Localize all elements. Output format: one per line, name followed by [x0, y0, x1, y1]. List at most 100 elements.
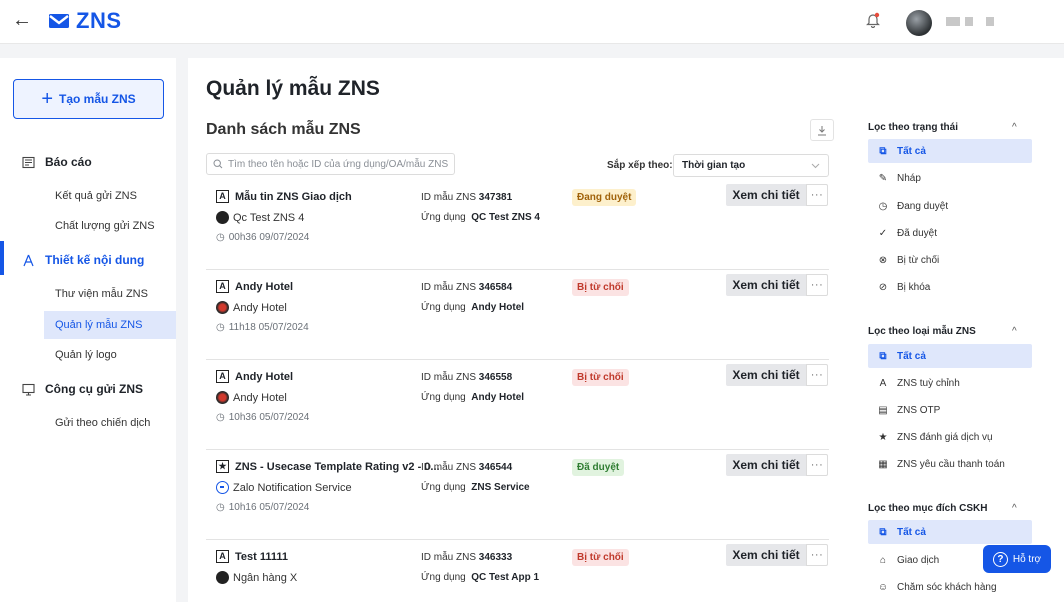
- page-title: Quản lý mẫu ZNS: [206, 77, 380, 100]
- clock-icon: ◷: [216, 322, 225, 333]
- sidebar-item-template-library[interactable]: Thư viện mẫu ZNS: [55, 288, 148, 300]
- check-circle-icon: ✓: [878, 227, 888, 239]
- bell-icon[interactable]: [866, 12, 880, 28]
- sidebar-group-label: Báo cáo: [45, 155, 92, 169]
- bag-icon: ⌂: [879, 554, 887, 566]
- main-panel: Quản lý mẫu ZNS Danh sách mẫu ZNS Tìm th…: [188, 58, 1064, 602]
- view-detail-button[interactable]: Xem chi tiết: [726, 184, 806, 206]
- filter-type-all[interactable]: ⧉ Tất cả: [868, 344, 1032, 368]
- template-name[interactable]: A Test 11111: [216, 550, 288, 563]
- user-name[interactable]: [946, 17, 994, 26]
- sidebar-item-send-quality[interactable]: Chất lượng gửi ZNS: [55, 220, 155, 232]
- status-badge: Bị từ chối: [572, 549, 629, 566]
- custom-template-icon: A: [879, 377, 887, 389]
- more-options-button[interactable]: ···: [806, 364, 828, 386]
- template-id: ID mẫu ZNS 347381: [421, 192, 513, 203]
- sidebar-group-label: Thiết kế nội dung: [45, 253, 145, 267]
- more-options-button[interactable]: ···: [806, 274, 828, 296]
- zns-logo[interactable]: ZNS: [48, 8, 122, 34]
- filter-status-draft[interactable]: ✎ Nháp: [868, 166, 1032, 190]
- created-time: ◷ 00h36 09/07/2024: [216, 232, 310, 243]
- more-options-button[interactable]: ···: [806, 184, 828, 206]
- custom-template-icon: A: [216, 280, 229, 293]
- create-template-label: Tạo mẫu ZNS: [59, 92, 136, 106]
- filter-purpose-customer-care[interactable]: ☺ Chăm sóc khách hàng: [868, 575, 1032, 599]
- sort-label: Sắp xếp theo:: [607, 160, 673, 171]
- filter-type-custom[interactable]: A ZNS tuỳ chỉnh: [868, 371, 1032, 395]
- sender-avatar: [216, 211, 229, 224]
- sidebar: + Tạo mẫu ZNS Báo cáo Kết quả gửi ZNS Ch…: [0, 58, 176, 602]
- template-row[interactable]: A Andy Hotel Andy Hotel ◷ 10h36 05/07/2024…: [206, 360, 829, 450]
- sidebar-item-manage-templates[interactable]: Quản lý mẫu ZNS: [55, 319, 142, 331]
- filter-type-title: Lọc theo loại mẫu ZNS: [868, 326, 976, 337]
- created-time: ◷ 10h16 05/07/2024: [216, 502, 310, 513]
- template-row[interactable]: A Test 11111 Ngân hàng X ID mẫu ZNS 34633…: [206, 540, 829, 602]
- filter-type-payment[interactable]: ▦ ZNS yêu cầu thanh toán: [868, 452, 1032, 476]
- sender-line: Qc Test ZNS 4: [216, 211, 304, 224]
- template-name[interactable]: ★ ZNS - Usecase Template Rating v2 - 0...: [216, 460, 440, 473]
- filter-type-otp[interactable]: ▤ ZNS OTP: [868, 398, 1032, 422]
- view-detail-button[interactable]: Xem chi tiết: [726, 274, 806, 296]
- more-options-button[interactable]: ···: [806, 454, 828, 476]
- sort-select[interactable]: Thời gian tạo: [673, 154, 829, 177]
- list-title: Danh sách mẫu ZNS: [206, 121, 361, 138]
- template-id: ID mẫu ZNS 346584: [421, 282, 513, 293]
- template-name[interactable]: A Andy Hotel: [216, 280, 293, 293]
- template-row[interactable]: ★ ZNS - Usecase Template Rating v2 - 0...…: [206, 450, 829, 540]
- sender-avatar: [216, 481, 229, 494]
- template-id: ID mẫu ZNS 346544: [421, 462, 513, 473]
- filter-type-rating[interactable]: ★ ZNS đánh giá dịch vụ: [868, 425, 1032, 449]
- mail-icon: [49, 14, 69, 28]
- sidebar-group-report[interactable]: Báo cáo: [22, 155, 92, 169]
- help-label: Hỗ trợ: [1012, 553, 1042, 565]
- sidebar-group-design[interactable]: Thiết kế nội dung: [22, 253, 144, 267]
- more-options-button[interactable]: ···: [806, 544, 828, 566]
- filter-status-all[interactable]: ⧉ Tất cả: [868, 139, 1032, 163]
- template-app: Ứng dụng Andy Hotel: [421, 302, 525, 313]
- help-button[interactable]: ? Hỗ trợ: [983, 545, 1051, 573]
- clock-icon: ◷: [216, 232, 225, 243]
- filter-status-locked[interactable]: ⊘ Bị khóa: [868, 275, 1032, 299]
- chevron-down-icon: [811, 163, 820, 168]
- chevron-up-icon[interactable]: ^: [1012, 122, 1017, 133]
- template-name[interactable]: A Andy Hotel: [216, 370, 293, 383]
- user-avatar[interactable]: [906, 10, 932, 36]
- sender-avatar: [216, 391, 229, 404]
- create-template-button[interactable]: + Tạo mẫu ZNS: [13, 79, 164, 119]
- edit-icon: ✎: [878, 172, 888, 184]
- filter-status-pending[interactable]: ◷ Đang duyệt: [868, 194, 1032, 218]
- top-bar: ← ZNS: [0, 0, 1064, 44]
- design-icon: [23, 254, 34, 266]
- arrow-left-icon[interactable]: ←: [12, 9, 32, 32]
- template-row[interactable]: A Mẫu tin ZNS Giao dịch Qc Test ZNS 4 ◷ 00…: [206, 180, 829, 270]
- chevron-up-icon[interactable]: ^: [1012, 503, 1017, 514]
- status-badge: Bị từ chối: [572, 369, 629, 386]
- view-detail-button[interactable]: Xem chi tiết: [726, 454, 806, 476]
- copy-icon: ⧉: [879, 145, 887, 157]
- plus-icon: +: [41, 88, 53, 110]
- template-row[interactable]: A Andy Hotel Andy Hotel ◷ 11h18 05/07/2024…: [206, 270, 829, 360]
- x-circle-icon: ⊗: [878, 254, 888, 266]
- template-app: Ứng dụng ZNS Service: [421, 482, 530, 493]
- custom-template-icon: A: [216, 190, 229, 203]
- sender-line: Ngân hàng X: [216, 571, 297, 584]
- status-badge: Đang duyệt: [572, 189, 637, 206]
- sender-avatar: [216, 301, 229, 314]
- sender-line: Andy Hotel: [216, 391, 287, 404]
- sidebar-item-manage-logo[interactable]: Quản lý logo: [55, 349, 117, 361]
- question-icon: ?: [992, 551, 1008, 567]
- filter-status-rejected[interactable]: ⊗ Bị từ chối: [868, 248, 1032, 272]
- filter-status-approved[interactable]: ✓ Đã duyệt: [868, 221, 1032, 245]
- view-detail-button[interactable]: Xem chi tiết: [726, 544, 806, 566]
- download-button[interactable]: [810, 119, 834, 141]
- template-id: ID mẫu ZNS 346558: [421, 372, 513, 383]
- template-name[interactable]: A Mẫu tin ZNS Giao dịch: [216, 190, 352, 203]
- chevron-up-icon[interactable]: ^: [1012, 326, 1017, 337]
- filter-purpose-all[interactable]: ⧉ Tất cả: [868, 520, 1032, 544]
- rating-icon: ★: [878, 431, 888, 443]
- sidebar-item-send-results[interactable]: Kết quả gửi ZNS: [55, 190, 137, 202]
- view-detail-button[interactable]: Xem chi tiết: [726, 364, 806, 386]
- search-input[interactable]: Tìm theo tên hoặc ID của ứng dụng/OA/mẫu…: [206, 153, 455, 175]
- sidebar-group-send-tools[interactable]: Công cụ gửi ZNS: [22, 382, 143, 396]
- sidebar-item-campaign-send[interactable]: Gửi theo chiến dịch: [55, 417, 150, 429]
